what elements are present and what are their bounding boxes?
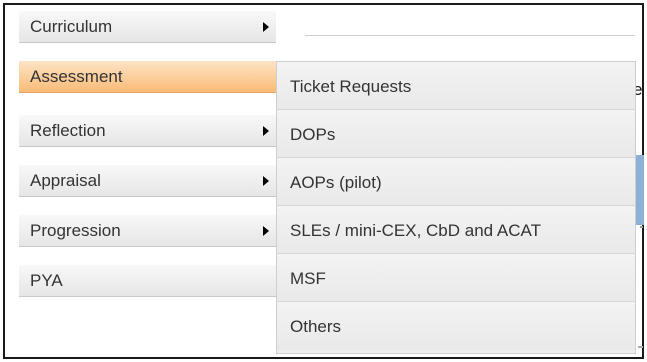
submenu-item-sles[interactable]: SLEs / mini-CEX, CbD and ACAT [277,206,635,254]
menu-item-reflection[interactable]: Reflection [19,115,276,147]
menu-item-appraisal[interactable]: Appraisal [19,165,276,197]
submenu-item-label: DOPs [290,125,336,144]
assessment-submenu: Ticket Requests DOPs AOPs (pilot) SLEs /… [276,61,636,354]
menu-item-label: Progression [30,221,121,240]
menu-item-label: Curriculum [30,17,113,36]
submenu-item-label: SLEs / mini-CEX, CbD and ACAT [290,221,541,240]
submenu-item-label: Others [290,317,342,336]
submenu-item-label: AOPs (pilot) [290,173,382,192]
menu-item-label: Reflection [30,121,106,140]
background-fragment [638,346,643,348]
submenu-item-msf[interactable]: MSF [277,254,635,302]
submenu-item-label: MSF [290,269,326,288]
submenu-item-dops[interactable]: DOPs [277,110,635,158]
menu-item-assessment[interactable]: Assessment [19,61,276,93]
submenu-item-others[interactable]: Others [277,302,635,350]
menu-item-label: Assessment [30,67,123,86]
submenu-item-label: Ticket Requests [290,77,412,96]
menu-item-curriculum[interactable]: Curriculum [19,11,276,43]
menu-item-progression[interactable]: Progression [19,215,276,247]
submenu-item-ticket-requests[interactable]: Ticket Requests [277,62,635,110]
chevron-right-icon [263,176,269,186]
chevron-right-icon [263,22,269,32]
submenu-item-aops-pilot[interactable]: AOPs (pilot) [277,158,635,206]
chevron-right-icon [263,126,269,136]
chevron-right-icon [263,226,269,236]
menu-item-pya[interactable]: PYA [19,265,276,297]
background-image-fragment [636,155,644,225]
menu-item-label: Appraisal [30,171,101,190]
menu-item-label: PYA [30,271,63,290]
divider-line [305,35,635,36]
background-fragment [640,226,643,228]
